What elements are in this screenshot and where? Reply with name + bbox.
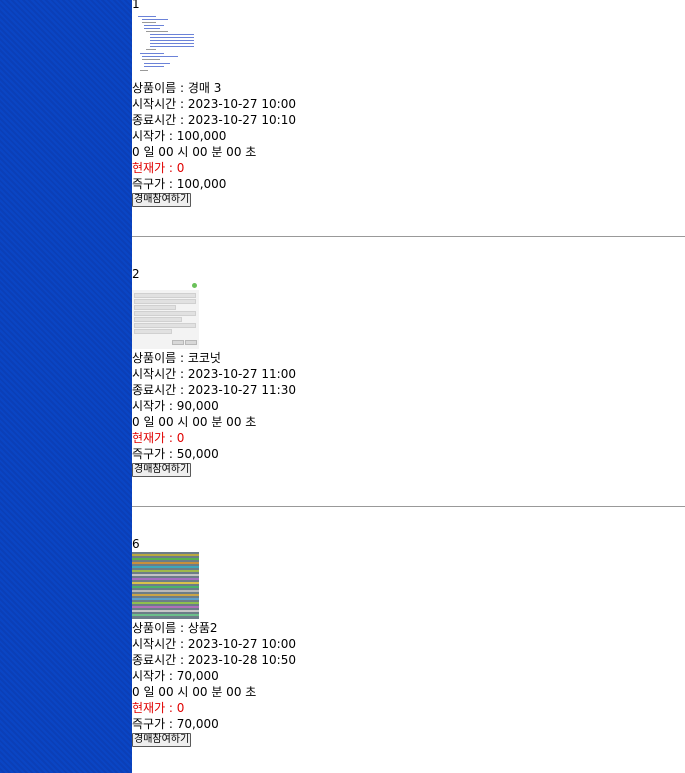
join-auction-button[interactable]: 경매참여하기 bbox=[132, 463, 192, 477]
start-price: 시작가 : 100,000 bbox=[132, 129, 227, 143]
item-thumbnail bbox=[132, 12, 199, 79]
join-auction-button[interactable]: 경매참여하기 bbox=[132, 733, 192, 747]
countdown: 0 일 00 시 00 분 00 초 bbox=[132, 415, 257, 429]
item-number: 1 bbox=[132, 0, 140, 11]
instant-price: 즉구가 : 100,000 bbox=[132, 177, 227, 191]
start-price: 시작가 : 90,000 bbox=[132, 399, 219, 413]
sidebar-background bbox=[0, 0, 132, 773]
item-divider bbox=[132, 506, 685, 507]
join-auction-button[interactable]: 경매참여하기 bbox=[132, 193, 192, 207]
auction-item: 2 상품이름 : 코코넛 시작시간 : 2023-10-27 11:00 종료시… bbox=[132, 266, 685, 477]
item-name: 상품이름 : 상품2 bbox=[132, 621, 218, 635]
item-divider bbox=[132, 236, 685, 237]
start-time: 시작시간 : 2023-10-27 10:00 bbox=[132, 97, 296, 111]
current-price: 현재가 : 0 bbox=[132, 701, 185, 715]
current-price: 현재가 : 0 bbox=[132, 431, 185, 445]
item-number: 2 bbox=[132, 267, 140, 281]
end-time: 종료시간 : 2023-10-28 10:50 bbox=[132, 653, 296, 667]
instant-price: 즉구가 : 70,000 bbox=[132, 717, 219, 731]
current-price: 현재가 : 0 bbox=[132, 161, 185, 175]
countdown: 0 일 00 시 00 분 00 초 bbox=[132, 685, 257, 699]
item-number: 6 bbox=[132, 537, 140, 551]
start-time: 시작시간 : 2023-10-27 10:00 bbox=[132, 637, 296, 651]
end-time: 종료시간 : 2023-10-27 10:10 bbox=[132, 113, 296, 127]
start-price: 시작가 : 70,000 bbox=[132, 669, 219, 683]
start-time: 시작시간 : 2023-10-27 11:00 bbox=[132, 367, 296, 381]
countdown: 0 일 00 시 00 분 00 초 bbox=[132, 145, 257, 159]
item-thumbnail bbox=[132, 282, 199, 349]
item-name: 상품이름 : 경매 3 bbox=[132, 81, 222, 95]
auction-item: 6 상품이름 : 상품2 시작시간 : 2023-10-27 10:00 종료시… bbox=[132, 536, 685, 747]
end-time: 종료시간 : 2023-10-27 11:30 bbox=[132, 383, 296, 397]
item-thumbnail bbox=[132, 552, 199, 619]
auction-item: 1 상품이름 : 경매 3 시작시간 : 2023-10-27 10:00 종료… bbox=[132, 0, 685, 207]
item-name: 상품이름 : 코코넛 bbox=[132, 351, 221, 365]
instant-price: 즉구가 : 50,000 bbox=[132, 447, 219, 461]
